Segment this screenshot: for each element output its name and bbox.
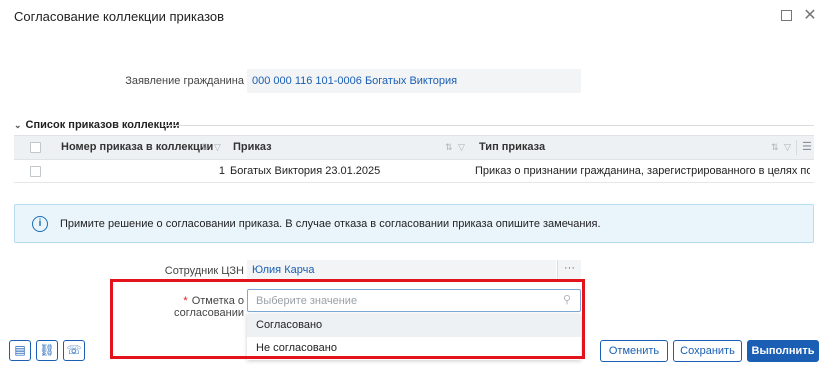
orders-grid-header: Номер приказа в коллекции ⇅ ▽ Приказ ⇅ ▽…	[14, 135, 814, 160]
orders-section-title: Список приказов коллекции	[25, 119, 180, 131]
employee-link[interactable]: Юлия Карча	[247, 260, 556, 281]
chevron-down-icon: ⌄	[14, 120, 22, 130]
link-icon[interactable]: ⛓	[36, 340, 58, 361]
filter-icon[interactable]: ▽	[214, 136, 221, 159]
row-checkbox[interactable]	[30, 166, 41, 177]
comment-icon[interactable]: ☏	[63, 340, 85, 361]
approval-label: * Отметка о согласовании	[112, 295, 244, 319]
required-mark: *	[183, 295, 188, 307]
dialog-title: Согласование коллекции приказов	[14, 9, 225, 24]
approval-select-input[interactable]	[247, 289, 581, 312]
info-icon: i	[32, 216, 48, 232]
section-divider	[164, 125, 814, 126]
column-separator	[796, 140, 797, 155]
column-settings-icon[interactable]: ☰	[802, 136, 812, 159]
option-approved[interactable]: Согласовано	[247, 314, 581, 337]
orders-section-header[interactable]: ⌄ Список приказов коллекции	[14, 119, 179, 131]
cell-order-type: Приказ о признании гражданина, зарегистр…	[475, 165, 810, 177]
option-not-approved[interactable]: Не согласовано	[247, 337, 581, 360]
maximize-icon[interactable]	[780, 9, 794, 23]
select-all-checkbox[interactable]	[30, 142, 41, 153]
cancel-button[interactable]: Отменить	[600, 340, 668, 362]
column-header-type[interactable]: Тип приказа	[479, 136, 545, 159]
document-icon[interactable]: ▤	[9, 340, 31, 361]
application-label: Заявление гражданина	[125, 75, 244, 87]
search-icon: ⚲	[563, 294, 572, 306]
table-row[interactable]: 1 Богатых Виктория 23.01.2025 Приказ о п…	[14, 161, 814, 183]
filter-icon[interactable]: ▽	[458, 136, 465, 159]
close-icon[interactable]: ✕	[803, 8, 817, 24]
cell-order: Богатых Виктория 23.01.2025	[230, 165, 381, 177]
column-header-order[interactable]: Приказ	[233, 136, 272, 159]
column-header-number[interactable]: Номер приказа в коллекции	[61, 136, 213, 159]
execute-button[interactable]: Выполнить	[747, 340, 819, 362]
info-text: Примите решение о согласовании приказа. …	[60, 218, 601, 230]
sort-icon[interactable]: ⇅	[201, 136, 209, 159]
save-button[interactable]: Сохранить	[673, 340, 742, 362]
cell-number: 1	[218, 165, 225, 177]
filter-icon[interactable]: ▽	[784, 136, 791, 159]
approval-dropdown: Согласовано Не согласовано	[247, 314, 581, 360]
employee-select-button[interactable]: ···	[557, 260, 581, 281]
sort-icon[interactable]: ⇅	[445, 136, 453, 159]
info-message: i Примите решение о согласовании приказа…	[14, 204, 814, 243]
application-link[interactable]: 000 000 116 101-0006 Богатых Виктория	[247, 69, 581, 93]
employee-label: Сотрудник ЦЗН	[164, 265, 244, 277]
sort-icon[interactable]: ⇅	[771, 136, 779, 159]
